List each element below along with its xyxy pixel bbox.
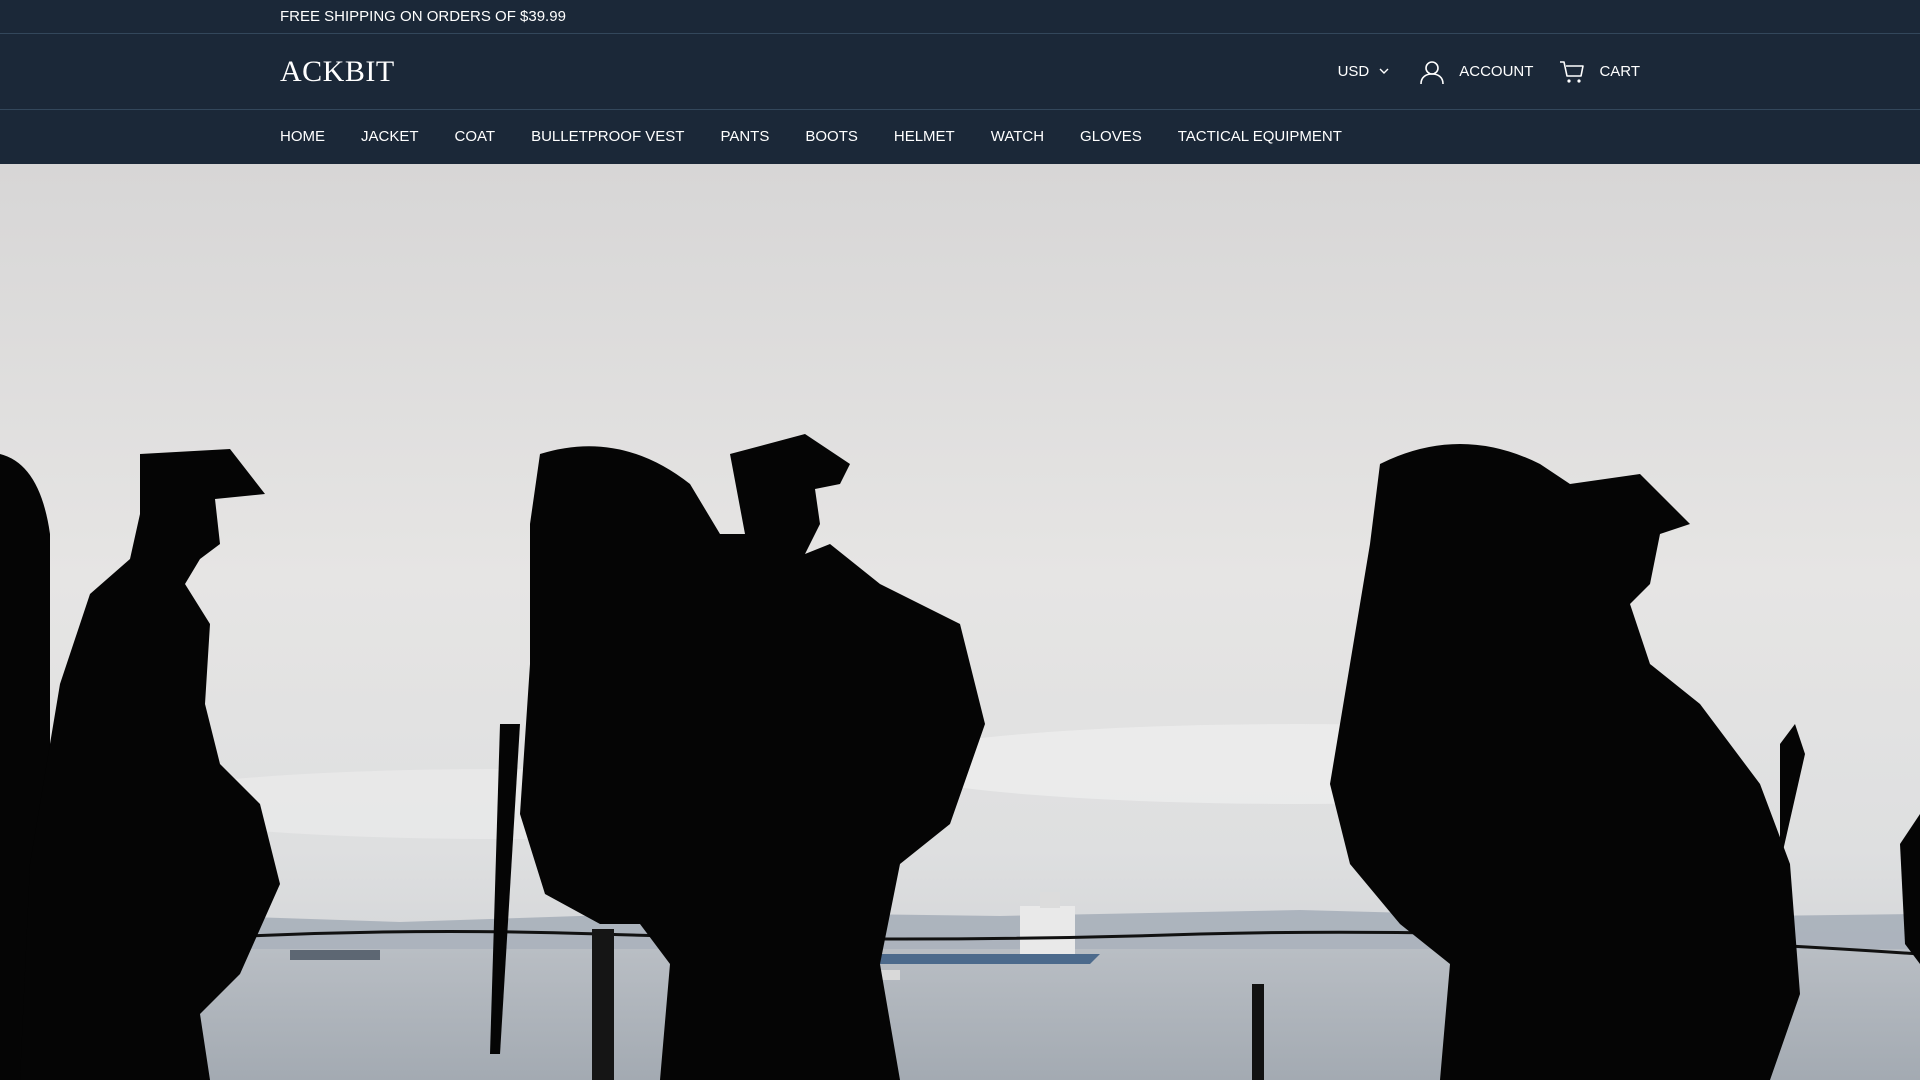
currency-selector[interactable]: USD [1338,63,1390,80]
announcement-text: FREE SHIPPING ON ORDERS OF $39.99 [280,8,566,25]
main-navigation: HOME JACKET COAT BULLETPROOF VEST PANTS … [0,110,1920,163]
hero-image [0,164,1920,1080]
nav-item-home[interactable]: HOME [280,128,325,145]
announcement-bar: FREE SHIPPING ON ORDERS OF $39.99 [0,0,1920,34]
cart-link[interactable]: CART [1559,60,1640,84]
nav-item-helmet[interactable]: HELMET [894,128,955,145]
account-label: ACCOUNT [1459,63,1534,80]
currency-label: USD [1337,63,1370,80]
nav-item-boots[interactable]: BOOTS [805,128,858,145]
site-header: ACKBIT USD ACCOUNT CART [0,34,1920,110]
nav-item-bulletproof-vest[interactable]: BULLETPROOF VEST [531,128,684,145]
nav-item-jacket[interactable]: JACKET [361,128,419,145]
nav-item-coat[interactable]: COAT [455,128,496,145]
nav-item-pants[interactable]: PANTS [720,128,769,145]
nav-item-watch[interactable]: WATCH [991,128,1044,145]
header-actions: USD ACCOUNT CART [1338,59,1640,85]
nav-item-tactical-equipment[interactable]: TACTICAL EQUIPMENT [1178,128,1342,145]
account-link[interactable]: ACCOUNT [1419,59,1533,85]
hero-banner [0,164,1920,1080]
chevron-down-icon [1379,68,1389,75]
site-logo[interactable]: ACKBIT [280,55,395,89]
user-icon [1419,59,1445,85]
cart-label: CART [1599,63,1640,80]
cart-icon [1559,60,1585,84]
nav-item-gloves[interactable]: GLOVES [1080,128,1142,145]
